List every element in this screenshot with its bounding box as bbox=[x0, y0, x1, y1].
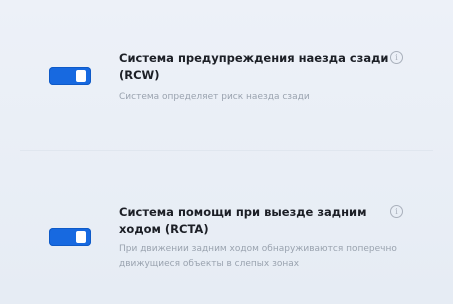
rcta-title: Система помощи при выезде задним ходом (… bbox=[119, 205, 367, 236]
setting-rcw: Система предупреждения наезда сзади (RCW… bbox=[0, 30, 453, 140]
rcta-toggle-knob bbox=[76, 231, 86, 243]
divider bbox=[20, 150, 433, 151]
info-icon[interactable]: i bbox=[390, 51, 403, 64]
settings-panel: Система предупреждения наезда сзади (RCW… bbox=[0, 0, 453, 304]
rcta-description: При движении задним ходом обнаруживаются… bbox=[119, 244, 397, 269]
rcw-toggle[interactable] bbox=[49, 67, 91, 85]
rcw-description: Система определяет риск наезда сзади bbox=[119, 92, 310, 102]
info-icon[interactable]: i bbox=[390, 205, 403, 218]
rcta-toggle[interactable] bbox=[49, 228, 91, 246]
rcw-title: Система предупреждения наезда сзади (RCW… bbox=[119, 51, 389, 82]
rcw-toggle-knob bbox=[76, 70, 86, 82]
setting-rcta: Система помощи при выезде задним ходом (… bbox=[0, 186, 453, 296]
